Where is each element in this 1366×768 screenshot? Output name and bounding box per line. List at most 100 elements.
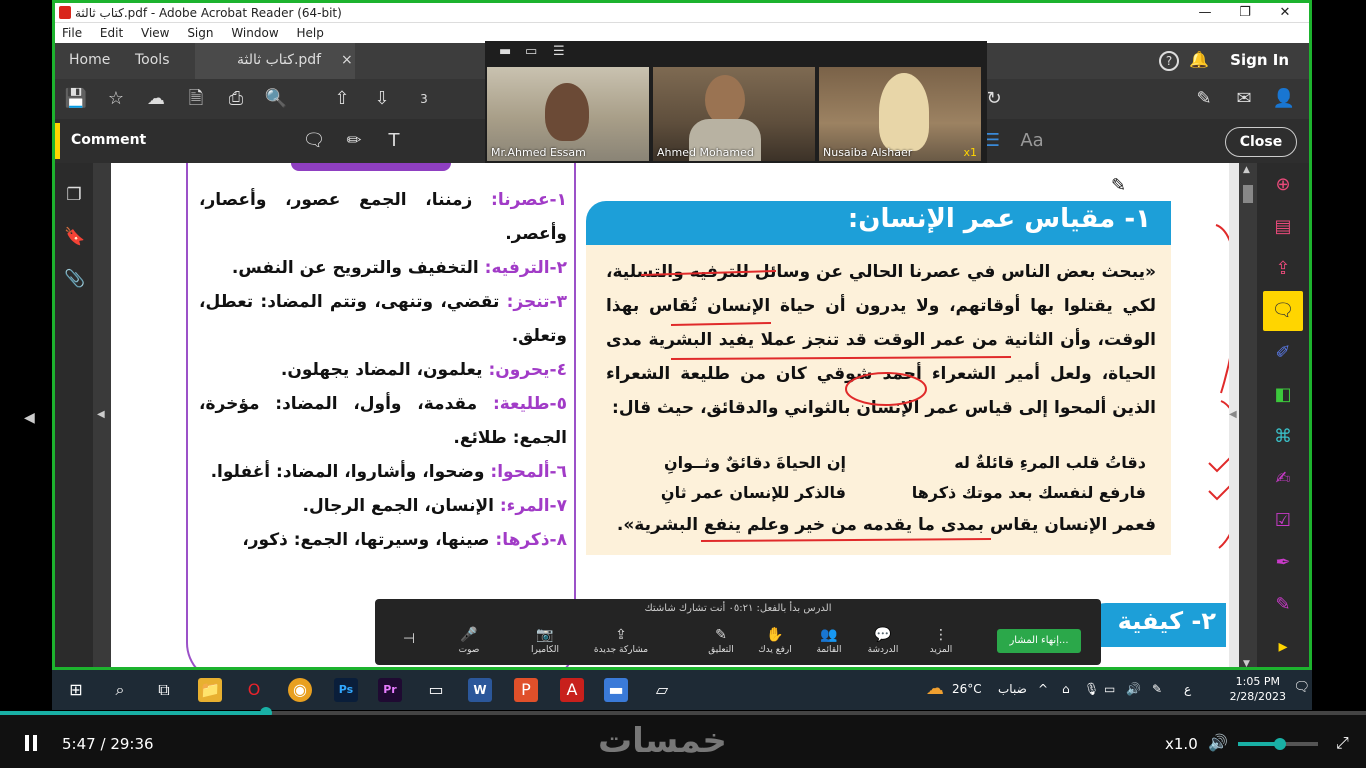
tab-tools[interactable]: Tools <box>135 52 170 68</box>
photoshop-icon[interactable]: Ps <box>334 678 358 702</box>
opera-icon[interactable]: O <box>242 678 266 702</box>
wps-icon[interactable]: P <box>514 678 538 702</box>
expand-right-icon[interactable]: ◀ <box>1229 409 1237 420</box>
close-window-button[interactable]: ✕ <box>1265 3 1305 23</box>
save-icon[interactable]: 💾 <box>63 86 89 112</box>
menu-window[interactable]: Window <box>224 23 285 43</box>
menu-view[interactable]: View <box>134 23 176 43</box>
export-pdf-icon[interactable]: ⇪ <box>1271 257 1295 281</box>
grid-view-icon[interactable]: ☰ <box>553 44 565 59</box>
bell-icon[interactable]: 🔔 <box>1189 50 1209 69</box>
mail-icon[interactable]: ✉ <box>1231 86 1257 112</box>
restore-video-icon[interactable]: ▭ <box>525 44 537 59</box>
chat-button[interactable]: 💬 الدردشة <box>853 627 913 655</box>
clock[interactable]: 1:05 PM 2/28/2023 <box>1230 674 1286 704</box>
media-app-icon[interactable]: ▭ <box>424 678 448 702</box>
file-explorer-icon[interactable]: 📁 <box>198 678 222 702</box>
network-icon[interactable]: ⌂ <box>1062 682 1070 696</box>
mic-icon[interactable]: 🎙 <box>1084 682 1099 696</box>
tab-home[interactable]: Home <box>69 52 110 68</box>
fill-sign-icon[interactable]: ✎ <box>1191 86 1217 112</box>
start-icon[interactable]: ⊞ <box>64 678 88 702</box>
protect-icon[interactable]: 🗎 <box>183 86 209 112</box>
attachment-icon[interactable]: 📎 <box>64 269 85 289</box>
menu-edit[interactable]: Edit <box>93 23 130 43</box>
end-share-button[interactable]: إنهاء المشار... <box>997 629 1081 653</box>
input-language[interactable]: ع <box>1184 682 1191 696</box>
edit-pdf-icon[interactable]: ✐ <box>1271 341 1295 365</box>
zoom-app-icon[interactable]: ▬ <box>604 678 628 702</box>
new-share-button[interactable]: ⇪ مشاركة جديدة <box>591 627 651 655</box>
font-size-icon[interactable]: Aa <box>1019 128 1045 154</box>
volume-slider[interactable] <box>1238 738 1318 750</box>
fullscreen-icon[interactable]: ⤢ <box>1336 733 1349 753</box>
notes-app-icon[interactable]: ▱ <box>650 678 674 702</box>
volume-icon[interactable]: 🔊 <box>1208 733 1228 752</box>
print-icon[interactable]: ⎙ <box>223 86 249 112</box>
collapse-bar-icon[interactable]: ⊣ <box>379 631 439 649</box>
menu-file[interactable]: File <box>55 23 89 43</box>
minimize-video-icon[interactable]: ▬ <box>499 44 511 59</box>
collapse-left-icon[interactable]: ◀ <box>97 409 105 420</box>
star-icon[interactable]: ☆ <box>103 86 129 112</box>
fill-sign-tool-icon[interactable]: ✍ <box>1271 467 1295 491</box>
audio-button[interactable]: 🎤 صوت <box>439 627 499 655</box>
send-sign-icon[interactable]: ✒ <box>1271 551 1295 575</box>
temperature[interactable]: 26°C <box>952 682 982 696</box>
zoom-search-icon[interactable]: 🔍 <box>263 86 289 112</box>
restore-button[interactable]: ❐ <box>1225 3 1265 23</box>
video-tile[interactable]: Ahmed Mohamed <box>653 67 815 161</box>
page-number[interactable]: 3 <box>411 86 437 112</box>
task-view-icon[interactable]: ⧉ <box>152 678 176 702</box>
highlight-icon[interactable]: ✏ <box>341 128 367 154</box>
minimize-button[interactable]: — <box>1185 3 1225 23</box>
premiere-icon[interactable]: Pr <box>378 678 402 702</box>
comment-tool-icon[interactable]: 🗨 <box>1263 291 1303 331</box>
pen-icon[interactable]: ✎ <box>1152 682 1162 696</box>
create-pdf-icon[interactable]: ⊕ <box>1271 173 1295 197</box>
menu-sign[interactable]: Sign <box>180 23 220 43</box>
pause-icon[interactable] <box>24 735 38 751</box>
volume-knob[interactable] <box>1273 738 1286 750</box>
form-icon[interactable]: ☑ <box>1271 509 1295 533</box>
close-comment-button[interactable]: Close <box>1225 127 1297 157</box>
search-icon[interactable]: ⌕ <box>108 678 132 702</box>
scrollbar[interactable]: ▲ ▼ <box>1239 163 1257 667</box>
page-down-icon[interactable]: ⇩ <box>369 86 395 112</box>
protect-tool-icon[interactable]: ✎ <box>1271 593 1295 617</box>
tray-chevron-icon[interactable]: ^ <box>1038 682 1048 696</box>
sign-in-button[interactable]: Sign In <box>1230 51 1289 69</box>
upload-icon[interactable]: ☁ <box>143 86 169 112</box>
volume-icon[interactable]: 🔊 <box>1126 682 1141 696</box>
help-icon[interactable]: ? <box>1159 51 1179 71</box>
camera-button[interactable]: 📷 الكاميرا <box>515 627 575 655</box>
notification-icon[interactable]: 🗨 <box>1293 680 1310 695</box>
sticky-note-icon[interactable]: 🗨 <box>301 128 327 154</box>
compare-icon[interactable]: ◧ <box>1271 383 1295 407</box>
scroll-thumb[interactable] <box>1243 185 1253 203</box>
video-tile[interactable]: Nusaiba Alshaer x1 <box>819 67 981 161</box>
weather-icon[interactable]: ☁ <box>926 678 944 699</box>
more-button[interactable]: ⋮ المزيد <box>911 627 971 655</box>
scan-icon[interactable]: ⌘ <box>1271 425 1295 449</box>
bookmark-icon[interactable]: 🔖 <box>64 227 85 247</box>
playback-speed[interactable]: x1.0 <box>1165 735 1198 753</box>
thumbnails-icon[interactable]: ❐ <box>64 185 84 205</box>
acrobat-taskbar-icon[interactable]: A <box>560 678 584 702</box>
share-user-icon[interactable]: 👤 <box>1271 86 1297 112</box>
text-tool-icon[interactable]: T <box>381 128 407 154</box>
tab-close-icon[interactable]: × <box>341 52 353 68</box>
more-tools-icon[interactable]: ▸ <box>1271 635 1295 659</box>
video-tile[interactable]: Mr.Ahmed Essam <box>487 67 649 161</box>
scroll-up-icon[interactable]: ▲ <box>1243 165 1250 175</box>
menu-help[interactable]: Help <box>289 23 330 43</box>
display-icon[interactable]: ▭ <box>1104 682 1115 696</box>
organize-pages-icon[interactable]: ▤ <box>1271 215 1295 239</box>
participants-button[interactable]: 👥 القائمة <box>799 627 859 655</box>
scroll-down-icon[interactable]: ▼ <box>1243 659 1250 667</box>
annotate-button[interactable]: ✎ التعليق <box>691 627 751 655</box>
tab-document[interactable]: كتاب ثالثة.pdf <box>237 52 321 68</box>
weather-text[interactable]: ضباب <box>998 682 1027 696</box>
page-up-icon[interactable]: ⇧ <box>329 86 355 112</box>
chrome-icon[interactable]: ◉ <box>288 678 312 702</box>
